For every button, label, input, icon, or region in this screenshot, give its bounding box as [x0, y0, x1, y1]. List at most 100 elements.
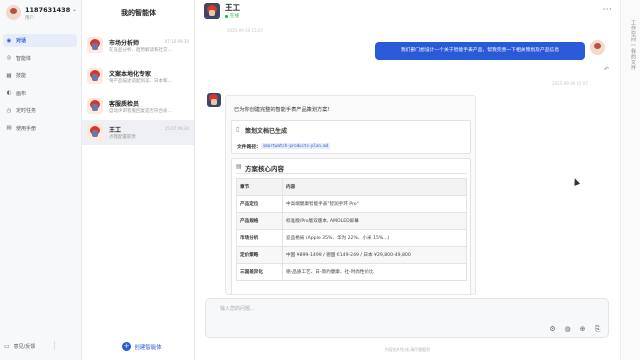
- plus-icon: +: [122, 342, 132, 351]
- skill-icon: ▦: [6, 72, 12, 79]
- user-avatar: [590, 40, 605, 55]
- attach-icon[interactable]: ⎘: [593, 325, 602, 334]
- agent-avatar: [87, 124, 103, 140]
- nav-item-label: 定时任务: [16, 108, 37, 114]
- agent-avatar: [204, 3, 220, 19]
- table-header: 章节: [236, 178, 283, 196]
- table-header: 内容: [282, 178, 467, 196]
- bot-intro-text: 已为你创建完整的智能手表产品策划方案!: [234, 107, 330, 113]
- user-message: 我们部门想设计一个关于智能手表产品，帮我完善一下相关策划及产品信息: [375, 42, 585, 60]
- nav-item-agents[interactable]: ◎ 智能体: [3, 52, 77, 65]
- nav-item-label: 技能: [16, 73, 27, 79]
- agent-desc: 点我配置职责: [109, 135, 136, 140]
- divider: [54, 341, 55, 350]
- online-dot-icon: [225, 14, 228, 18]
- table-row: 产品规格 标准版/Pro版双版本, AMOLED屏幕: [236, 212, 467, 230]
- bot-avatar: [207, 93, 221, 107]
- settings-icon[interactable]: ⚙: [548, 325, 557, 334]
- table-cell: 市场分析: [236, 229, 283, 247]
- list-icon: ▤: [236, 163, 242, 170]
- table-cell: 中高端健康智能手表"智润手环 Pro": [282, 195, 467, 213]
- chat-agent-name: 王工: [225, 3, 240, 12]
- nav-item-scheduled-tasks[interactable]: ◷ 定时任务: [3, 104, 77, 117]
- agent-icon: ◎: [6, 55, 12, 61]
- user-profile[interactable]: 1187631438 用户 ⌄: [6, 5, 78, 27]
- chat-input[interactable]: 输入您的问题... ⚙ ◍ ⊕ ⎘: [205, 298, 609, 338]
- timestamp: 2025-09-30 15:07: [227, 28, 264, 33]
- agent-desc: 将产品描述适配到美、日本和...: [109, 79, 172, 84]
- canvas-icon: ◐: [6, 90, 12, 96]
- table-header-row: 章节 内容: [236, 178, 467, 196]
- doc-generated-box: ▯ 策划文档已生成 文件路径: smartwatch-products-plan…: [231, 120, 471, 154]
- divider: [236, 173, 467, 174]
- document-icon: ▯: [236, 126, 240, 133]
- doc-title: 策划文档已生成: [245, 128, 288, 135]
- chevron-down-icon[interactable]: ⌄: [72, 6, 77, 13]
- more-options-icon[interactable]: ···: [603, 5, 612, 14]
- agent-item-localization[interactable]: 文案本地化专家 将产品描述适配到美、日本和...: [82, 64, 194, 89]
- manual-icon: ▤: [6, 125, 12, 131]
- bot-message: 已为你创建完整的智能手表产品策划方案! ▯ 策划文档已生成 文件路径: smar…: [225, 95, 476, 295]
- table-cell: 标准版/Pro版双版本, AMOLED屏幕: [282, 212, 467, 230]
- right-rail[interactable]: 工作空间 | 我的文件: [620, 0, 640, 360]
- task-icon: ◷: [6, 107, 12, 114]
- agent-name: 客服质检员: [109, 101, 140, 108]
- agent-name: 市场分析师: [109, 40, 140, 47]
- nav-item-canvas[interactable]: ◐ 画布: [3, 87, 77, 100]
- nav-item-label: 智能体: [16, 55, 32, 62]
- table-cell: 三国差异化: [236, 263, 283, 281]
- table-row: 三国差异化 德-品质工艺、日-简约健康、社-时尚性价比: [236, 263, 467, 281]
- agent-avatar: [87, 98, 103, 114]
- create-agent-button[interactable]: + 创建智能体: [102, 340, 182, 353]
- nav-item-manual[interactable]: ▤ 使用手册: [3, 122, 77, 135]
- user-avatar: [6, 5, 21, 20]
- plan-box: ▤ 方案核心内容 章节 内容 产品定位 中高端健康智能手表"智润手环 Pro": [231, 158, 471, 294]
- table-cell: 产品定位: [236, 195, 283, 213]
- agent-desc: 自动评审客服回复是否符合表...: [109, 109, 172, 114]
- feedback-link[interactable]: ▭ 意见/反馈: [4, 340, 78, 352]
- agent-item-qa[interactable]: 客服质检员 自动评审客服回复是否符合表...: [82, 94, 194, 119]
- mouse-cursor-icon: [571, 177, 581, 186]
- agent-item-market-analyst[interactable]: 市场分析师 在竞品分析、趋势解读和社交... 07:10 09.30: [82, 33, 194, 58]
- add-icon[interactable]: ⊕: [578, 325, 587, 334]
- table-cell: 中国 ¥899-1499 / 德国 €149-249 / 日本 ¥29,800-…: [282, 246, 467, 264]
- user-role: 用户: [25, 16, 34, 21]
- agent-item-wang[interactable]: 王工 点我配置职责 15:07 09.30: [82, 120, 194, 145]
- timestamp: 2025-09-30 15:07: [551, 81, 588, 86]
- chat-area: 王工 在线 ··· 2025-09-30 15:07 我们部门想设计一个关于智能…: [195, 0, 620, 360]
- input-toolbar: ⚙ ◍ ⊕ ⎘: [548, 325, 602, 334]
- table-row: 市场分析 竞品格局 (Apple 35%、华为 22%、小米 15%...): [236, 229, 467, 247]
- nav-item-label: 对话: [16, 38, 27, 44]
- nav-list: ◉ 对话 ◎ 智能体 ▦ 技能 ◐ 画布 ◷ 定时任务 ▤ 使用手册: [3, 34, 77, 139]
- plan-table: 章节 内容 产品定位 中高端健康智能手表"智润手环 Pro" 产品规格 标准版/…: [236, 178, 467, 281]
- agent-time: 15:07 09.30: [164, 126, 189, 131]
- table-cell: 产品规格: [236, 212, 283, 230]
- feedback-label: 意见/反馈: [13, 343, 36, 350]
- nav-item-chat[interactable]: ◉ 对话: [3, 34, 77, 47]
- status-badge: 在线: [225, 13, 239, 19]
- agent-avatar: [87, 37, 103, 53]
- globe-icon[interactable]: ◍: [563, 325, 572, 334]
- file-path[interactable]: smartwatch-products-plan.md: [261, 142, 331, 149]
- nav-item-label: 画布: [16, 90, 27, 97]
- nav-item-label: 使用手册: [16, 125, 37, 132]
- table-cell: 德-品质工艺、日-简约健康、社-时尚性价比: [282, 263, 467, 281]
- table-cell: 竞品格局 (Apple 35%、华为 22%、小米 15%...): [282, 229, 467, 247]
- chat-header: 王工 在线 ···: [195, 0, 620, 24]
- agent-desc: 在竞品分析、趋势解读和社交...: [109, 48, 172, 53]
- chat-icon: ◉: [6, 37, 12, 44]
- plan-title: 方案核心内容: [245, 165, 284, 173]
- agents-panel-title: 我的智能体: [121, 9, 156, 17]
- agent-avatar: [87, 68, 103, 84]
- agent-name: 文案本地化专家: [109, 71, 152, 78]
- status-text: 在线: [230, 14, 239, 19]
- agent-time: 07:10 09.30: [164, 39, 189, 44]
- agents-panel: 我的智能体 市场分析师 在竞品分析、趋势解读和社交... 07:10 09.30…: [82, 0, 195, 360]
- ai-disclaimer: 内容由AI生成,请仔细甄别: [384, 347, 431, 352]
- agent-name: 王工: [109, 127, 122, 134]
- nav-item-skills[interactable]: ▦ 技能: [3, 69, 77, 82]
- path-label: 文件路径:: [237, 145, 259, 150]
- workspace-files-label[interactable]: 工作空间 | 我的文件: [625, 20, 637, 70]
- undo-icon[interactable]: ↶: [604, 66, 609, 73]
- create-agent-label: 创建智能体: [134, 344, 162, 351]
